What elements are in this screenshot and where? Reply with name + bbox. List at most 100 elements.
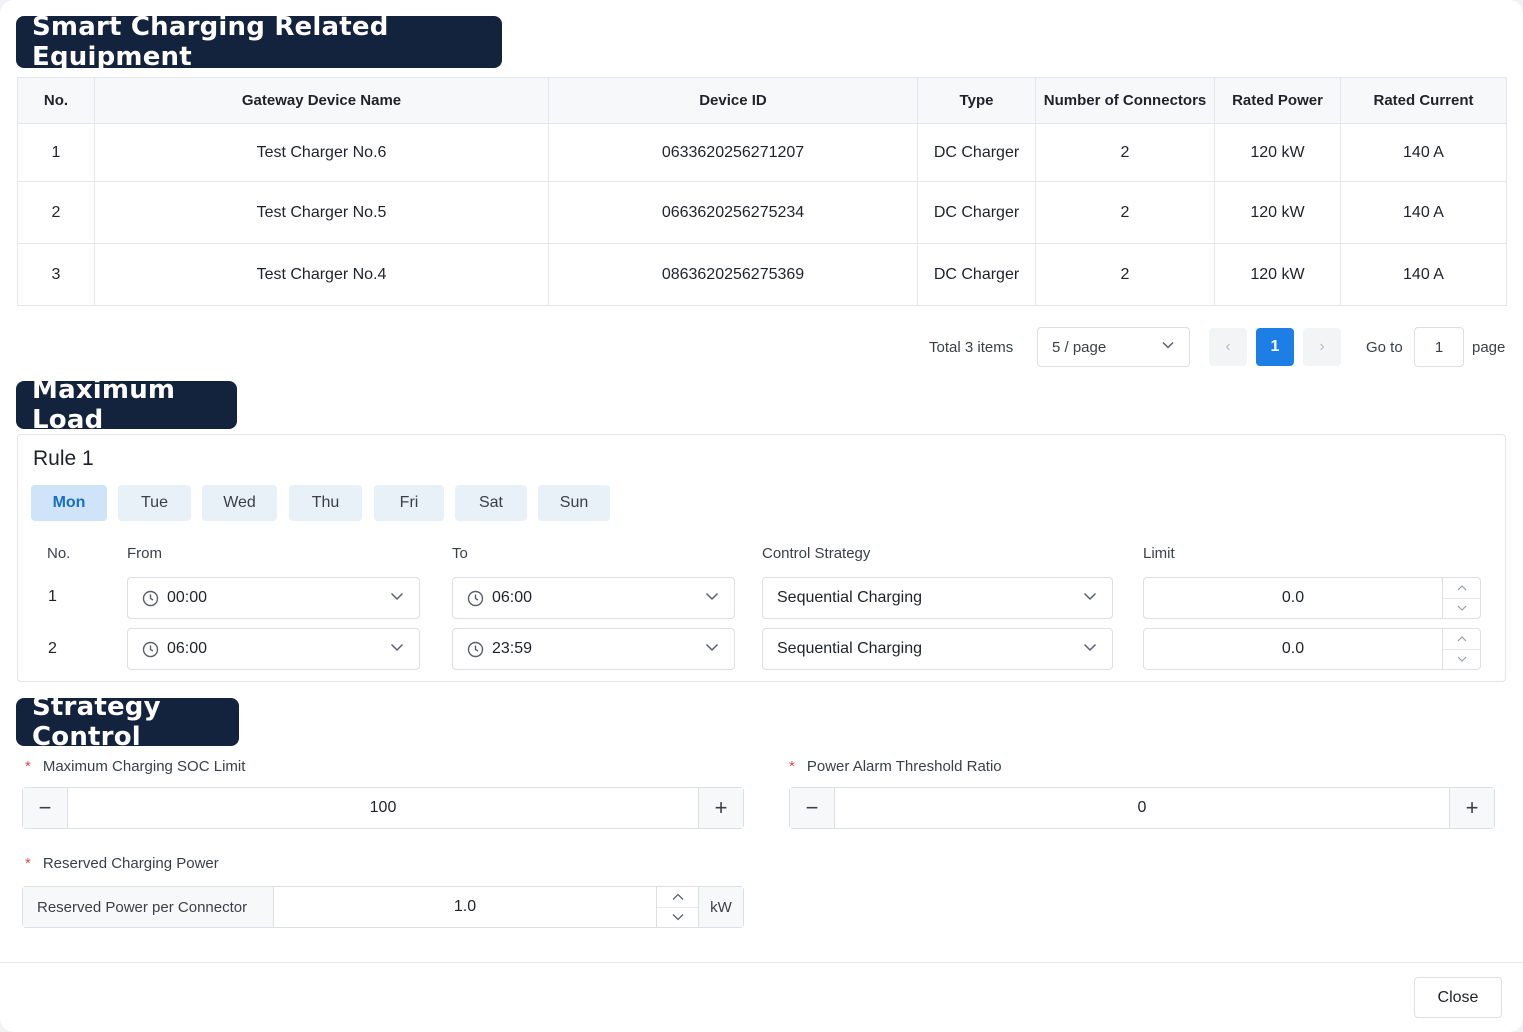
alarm-ratio-label-text: Power Alarm Threshold Ratio bbox=[806, 758, 1002, 775]
cell-connectors: 2 bbox=[1035, 123, 1215, 182]
table-row: 3 Test Charger No.4 0863620256275369 DC … bbox=[17, 243, 1507, 306]
cell-rated-power: 120 kW bbox=[1214, 243, 1341, 306]
page-number-button[interactable]: 1 bbox=[1256, 328, 1294, 366]
rule-col-from: From bbox=[127, 545, 162, 562]
soc-limit-stepper[interactable]: − 100 + bbox=[22, 787, 744, 829]
table-row: 2 Test Charger No.5 0663620256275234 DC … bbox=[17, 181, 1507, 244]
cell-no: 2 bbox=[17, 181, 95, 244]
chevron-down-icon bbox=[704, 639, 720, 660]
chevron-down-icon bbox=[389, 639, 405, 660]
cell-type: DC Charger bbox=[917, 123, 1036, 182]
to-time-picker[interactable]: 23:59 bbox=[452, 628, 735, 670]
reserved-power-unit: kW bbox=[698, 887, 743, 927]
limit-spinner[interactable] bbox=[1442, 578, 1480, 618]
cell-device-id: 0663620256275234 bbox=[548, 181, 918, 244]
soc-limit-label: * Maximum Charging SOC Limit bbox=[25, 758, 245, 775]
soc-limit-value[interactable]: 100 bbox=[68, 788, 698, 828]
col-header-rated-power: Rated Power bbox=[1214, 77, 1341, 124]
chevron-down-icon[interactable] bbox=[657, 908, 698, 928]
cell-rated-power: 120 kW bbox=[1214, 181, 1341, 244]
table-header-row: No. Gateway Device Name Device ID Type N… bbox=[17, 77, 1507, 124]
day-tab-thu[interactable]: Thu bbox=[289, 485, 362, 521]
to-time-picker[interactable]: 06:00 bbox=[452, 577, 735, 619]
col-header-no: No. bbox=[17, 77, 95, 124]
chevron-down-icon bbox=[1082, 639, 1098, 660]
cell-connectors: 2 bbox=[1035, 181, 1215, 244]
from-time-value: 06:00 bbox=[167, 640, 208, 657]
rule-row-no: 2 bbox=[48, 640, 57, 657]
clock-icon bbox=[467, 641, 484, 658]
cell-rated-current: 140 A bbox=[1340, 243, 1507, 306]
clock-icon bbox=[142, 590, 159, 607]
control-strategy-select[interactable]: Sequential Charging bbox=[762, 628, 1113, 670]
equipment-table: No. Gateway Device Name Device ID Type N… bbox=[17, 77, 1507, 306]
close-button[interactable]: Close bbox=[1414, 977, 1502, 1018]
chevron-down-icon[interactable] bbox=[1443, 650, 1480, 670]
rule-col-limit: Limit bbox=[1143, 545, 1175, 562]
reserved-power-spinner[interactable] bbox=[656, 887, 698, 927]
page-size-select[interactable]: 5 / page bbox=[1037, 327, 1190, 367]
from-time-picker[interactable]: 06:00 bbox=[127, 628, 420, 670]
cell-gateway-name: Test Charger No.5 bbox=[94, 181, 549, 244]
plus-icon[interactable]: + bbox=[1449, 788, 1494, 828]
next-page-button[interactable]: › bbox=[1303, 328, 1341, 366]
chevron-down-icon bbox=[389, 588, 405, 609]
cell-no: 3 bbox=[17, 243, 95, 306]
chevron-down-icon bbox=[1161, 338, 1175, 356]
pagination-total: Total 3 items bbox=[929, 338, 1014, 356]
cell-rated-current: 140 A bbox=[1340, 123, 1507, 182]
control-strategy-value: Sequential Charging bbox=[777, 589, 922, 606]
limit-value: 0.0 bbox=[1281, 640, 1305, 657]
required-mark: * bbox=[789, 758, 795, 775]
chevron-up-icon[interactable] bbox=[657, 887, 698, 908]
from-time-picker[interactable]: 00:00 bbox=[127, 577, 420, 619]
alarm-ratio-value[interactable]: 0 bbox=[835, 788, 1449, 828]
col-header-gateway-name: Gateway Device Name bbox=[94, 77, 549, 124]
cell-connectors: 2 bbox=[1035, 243, 1215, 306]
col-header-rated-current: Rated Current bbox=[1340, 77, 1507, 124]
chevron-down-icon[interactable] bbox=[1443, 599, 1480, 619]
day-tab-mon[interactable]: Mon bbox=[31, 485, 107, 521]
clock-icon bbox=[142, 641, 159, 658]
goto-page-input[interactable]: 1 bbox=[1414, 327, 1464, 367]
limit-spinner[interactable] bbox=[1442, 629, 1480, 669]
chevron-up-icon[interactable] bbox=[1443, 578, 1480, 599]
equipment-section-title: Smart Charging Related Equipment bbox=[16, 12, 502, 72]
chevron-up-icon[interactable] bbox=[1443, 629, 1480, 650]
alarm-ratio-stepper[interactable]: − 0 + bbox=[789, 787, 1495, 829]
footer-divider bbox=[0, 962, 1523, 963]
page-size-value: 5 / page bbox=[1052, 338, 1107, 356]
plus-icon[interactable]: + bbox=[698, 788, 743, 828]
soc-limit-label-text: Maximum Charging SOC Limit bbox=[42, 758, 246, 775]
cell-no: 1 bbox=[17, 123, 95, 182]
col-header-device-id: Device ID bbox=[548, 77, 918, 124]
col-header-connectors: Number of Connectors bbox=[1035, 77, 1215, 124]
control-strategy-select[interactable]: Sequential Charging bbox=[762, 577, 1113, 619]
to-time-value: 23:59 bbox=[492, 640, 533, 657]
chevron-right-icon: › bbox=[1319, 338, 1325, 355]
required-mark: * bbox=[25, 855, 31, 872]
to-time-value: 06:00 bbox=[492, 589, 533, 606]
cell-device-id: 0633620256271207 bbox=[548, 123, 918, 182]
chevron-down-icon bbox=[1082, 588, 1098, 609]
rule-col-to: To bbox=[452, 545, 468, 562]
day-tab-fri[interactable]: Fri bbox=[374, 485, 444, 521]
minus-icon[interactable]: − bbox=[790, 788, 835, 828]
from-time-value: 00:00 bbox=[167, 589, 208, 606]
day-tab-sun[interactable]: Sun bbox=[538, 485, 610, 521]
limit-input[interactable]: 0.0 bbox=[1143, 628, 1481, 670]
cell-gateway-name: Test Charger No.4 bbox=[94, 243, 549, 306]
prev-page-button[interactable]: ‹ bbox=[1209, 328, 1247, 366]
day-tab-tue[interactable]: Tue bbox=[118, 485, 191, 521]
reserved-power-label: * Reserved Charging Power bbox=[25, 855, 219, 872]
day-tab-wed[interactable]: Wed bbox=[202, 485, 277, 521]
minus-icon[interactable]: − bbox=[23, 788, 68, 828]
cell-type: DC Charger bbox=[917, 181, 1036, 244]
reserved-power-input[interactable]: Reserved Power per Connector 1.0 kW bbox=[22, 886, 744, 928]
limit-input[interactable]: 0.0 bbox=[1143, 577, 1481, 619]
reserved-power-value[interactable]: 1.0 bbox=[274, 887, 656, 927]
table-row: 1 Test Charger No.6 0633620256271207 DC … bbox=[17, 123, 1507, 182]
col-header-type: Type bbox=[917, 77, 1036, 124]
day-tab-sat[interactable]: Sat bbox=[455, 485, 527, 521]
rule-col-strategy: Control Strategy bbox=[762, 545, 871, 562]
